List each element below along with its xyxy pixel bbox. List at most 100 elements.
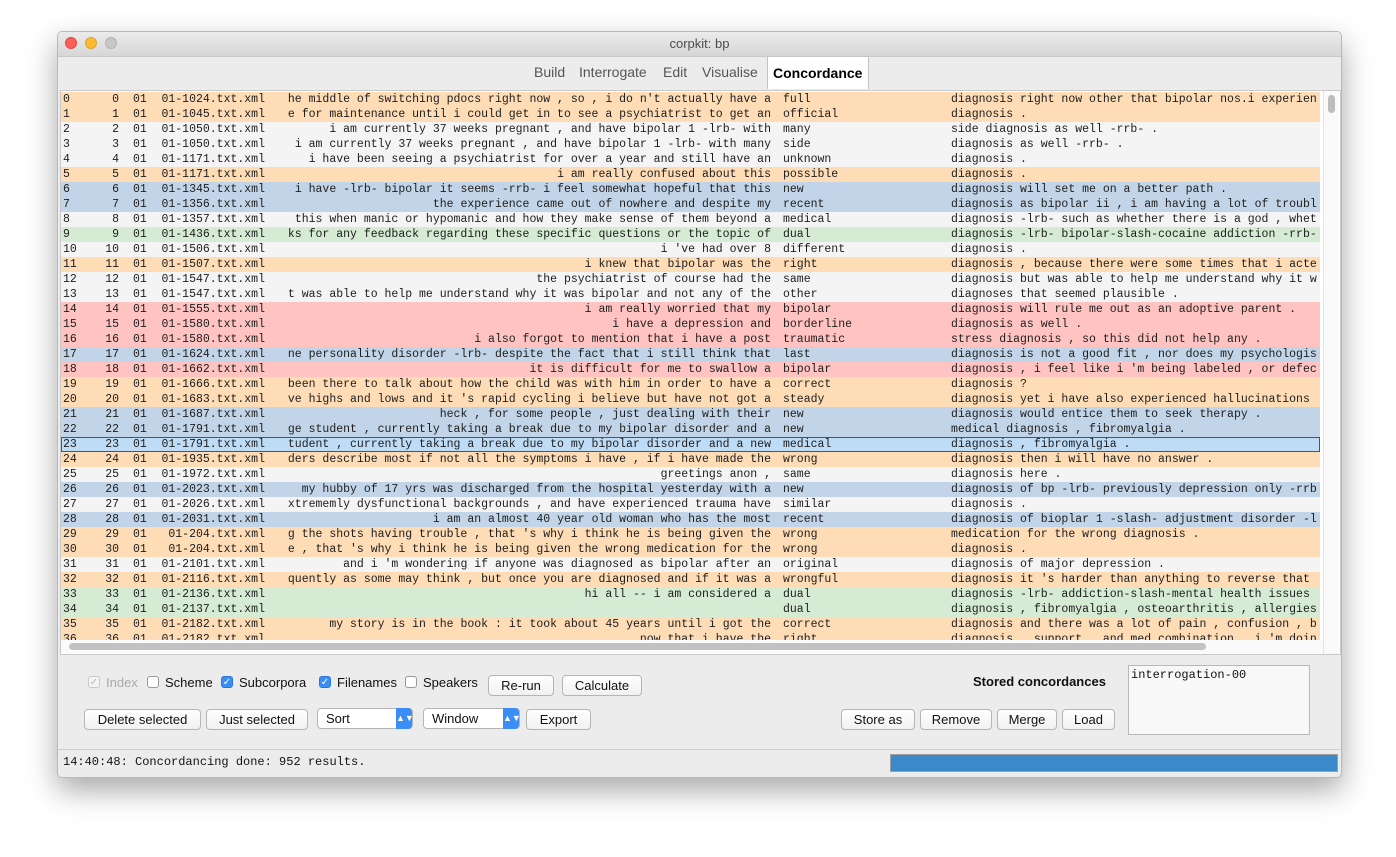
table-row[interactable]: 4 4 01 01-1171.txt.xml i have been seeing a … bbox=[61, 152, 1320, 167]
delete-selected-button[interactable]: Delete selected bbox=[84, 709, 201, 730]
vertical-scroll-thumb[interactable] bbox=[1328, 95, 1335, 113]
tab-bar: Build Interrogate Edit Visualise Concord… bbox=[58, 56, 1341, 90]
table-row[interactable]: 17 17 01 01-1624.txt.xml ne personality diso… bbox=[61, 347, 1320, 362]
match-cell: many bbox=[783, 123, 811, 136]
just-selected-button[interactable]: Just selected bbox=[206, 709, 308, 730]
row-index-cell: 18 bbox=[63, 363, 77, 376]
stored-concordances-list[interactable]: interrogation-00 bbox=[1128, 665, 1310, 735]
left-context-cell: the psychiatrist of course had the bbox=[536, 273, 771, 286]
row-number-cell: 24 bbox=[105, 453, 119, 466]
table-row[interactable]: 32 32 01 01-2116.txt.xml quently as some may… bbox=[61, 572, 1320, 587]
table-row[interactable]: 31 31 01 01-2101.txt.xml and i 'm wondering … bbox=[61, 557, 1320, 572]
left-context-cell: i 've had over 8 bbox=[660, 243, 771, 256]
match-cell: dual bbox=[783, 228, 811, 241]
table-row[interactable]: 0 0 01 01-1024.txt.xml he middle of switchin… bbox=[61, 92, 1320, 107]
store-as-button[interactable]: Store as bbox=[841, 709, 915, 730]
tab-edit[interactable]: Edit bbox=[663, 56, 687, 89]
row-index-cell: 21 bbox=[63, 408, 77, 421]
window-dropdown[interactable]: Window ▲▼ bbox=[423, 708, 521, 729]
filename-cell: 01-2116.txt.xml bbox=[161, 573, 265, 586]
table-row[interactable]: 20 20 01 01-1683.txt.xml ve highs and lows a… bbox=[61, 392, 1320, 407]
filename-cell: 01-1507.txt.xml bbox=[161, 258, 265, 271]
table-row[interactable]: 13 13 01 01-1547.txt.xml t was able to help … bbox=[61, 287, 1320, 302]
table-row[interactable]: 24 24 01 01-1935.txt.xml ders describe most … bbox=[61, 452, 1320, 467]
stored-concordances-label: Stored concordances bbox=[973, 674, 1106, 689]
filename-cell: 01-1050.txt.xml bbox=[161, 123, 265, 136]
row-number-cell: 25 bbox=[105, 468, 119, 481]
vertical-scrollbar[interactable] bbox=[1323, 91, 1339, 654]
table-row[interactable]: 23 23 01 01-1791.txt.xml tudent , currently … bbox=[61, 437, 1320, 452]
right-context-cell: diagnosis , i feel like i 'm being label… bbox=[951, 363, 1317, 376]
horizontal-scrollbar[interactable] bbox=[61, 640, 1323, 653]
table-row[interactable]: 35 35 01 01-2182.txt.xml my story is in the … bbox=[61, 617, 1320, 632]
match-cell: side bbox=[783, 138, 811, 151]
tab-interrogate[interactable]: Interrogate bbox=[579, 56, 647, 89]
table-row[interactable]: 1 1 01 01-1045.txt.xml e for maintenance unt… bbox=[61, 107, 1320, 122]
match-cell: same bbox=[783, 273, 811, 286]
rerun-button[interactable]: Re-run bbox=[488, 675, 554, 696]
stored-list-item[interactable]: interrogation-00 bbox=[1131, 668, 1307, 682]
table-row[interactable]: 12 12 01 01-1547.txt.xml the psychiatrist of… bbox=[61, 272, 1320, 287]
concordance-table[interactable]: 0 0 01 01-1024.txt.xml he middle of switchin… bbox=[60, 90, 1341, 655]
table-row[interactable]: 33 33 01 01-2136.txt.xml hi all -- i am cons… bbox=[61, 587, 1320, 602]
subcorpus-cell: 01 bbox=[133, 123, 147, 136]
sort-dropdown[interactable]: Sort ▲▼ bbox=[317, 708, 414, 729]
table-row[interactable]: 25 25 01 01-1972.txt.xml greetings anon , sam… bbox=[61, 467, 1320, 482]
row-number-cell: 15 bbox=[105, 318, 119, 331]
right-context-cell: diagnosis as well . bbox=[951, 318, 1083, 331]
tab-build[interactable]: Build bbox=[534, 56, 565, 89]
chevron-updown-icon: ▲▼ bbox=[396, 708, 414, 729]
table-row[interactable]: 19 19 01 01-1666.txt.xml been there to talk … bbox=[61, 377, 1320, 392]
table-row[interactable]: 14 14 01 01-1555.txt.xml i am really worried… bbox=[61, 302, 1320, 317]
table-row[interactable]: 15 15 01 01-1580.txt.xml i have a depression… bbox=[61, 317, 1320, 332]
left-context-cell: quently as some may think , but once you… bbox=[287, 573, 771, 586]
subcorpus-cell: 01 bbox=[133, 198, 147, 211]
table-row[interactable]: 30 30 01 01-204.txt.xml e , that 's why i th… bbox=[61, 542, 1320, 557]
load-button[interactable]: Load bbox=[1062, 709, 1115, 730]
table-row[interactable]: 11 11 01 01-1507.txt.xml i knew that bipolar… bbox=[61, 257, 1320, 272]
subcorpus-cell: 01 bbox=[133, 108, 147, 121]
table-row[interactable]: 8 8 01 01-1357.txt.xml this when manic or hy… bbox=[61, 212, 1320, 227]
tab-concordance[interactable]: Concordance bbox=[767, 56, 869, 89]
remove-button[interactable]: Remove bbox=[920, 709, 992, 730]
row-index-cell: 4 bbox=[63, 153, 70, 166]
row-number-cell: 23 bbox=[105, 438, 119, 451]
table-row[interactable]: 18 18 01 01-1662.txt.xml it is difficult for… bbox=[61, 362, 1320, 377]
row-index-cell: 31 bbox=[63, 558, 77, 571]
merge-button[interactable]: Merge bbox=[997, 709, 1057, 730]
table-row[interactable]: 10 10 01 01-1506.txt.xml i 've had over 8 dif… bbox=[61, 242, 1320, 257]
left-context-cell: i have been seeing a psychiatrist for ov… bbox=[308, 153, 771, 166]
table-row[interactable]: 34 34 01 01-2137.txt.xml dual diagnosis , fib… bbox=[61, 602, 1320, 617]
progress-fill bbox=[891, 755, 1337, 771]
row-number-cell: 13 bbox=[105, 288, 119, 301]
table-row[interactable]: 5 5 01 01-1171.txt.xml i am really confused … bbox=[61, 167, 1320, 182]
right-context-cell: diagnosis . bbox=[951, 168, 1027, 181]
match-cell: different bbox=[783, 243, 846, 256]
table-row[interactable]: 2 2 01 01-1050.txt.xml i am currently 37 wee… bbox=[61, 122, 1320, 137]
filename-cell: 01-1580.txt.xml bbox=[161, 333, 265, 346]
match-cell: possible bbox=[783, 168, 839, 181]
filename-cell: 01-1547.txt.xml bbox=[161, 288, 265, 301]
table-row[interactable]: 27 27 01 01-2026.txt.xml xtrememly dysfuncti… bbox=[61, 497, 1320, 512]
left-context-cell: xtrememly dysfunctional backgrounds , an… bbox=[287, 498, 771, 511]
table-row[interactable]: 22 22 01 01-1791.txt.xml ge student , curren… bbox=[61, 422, 1320, 437]
table-row[interactable]: 16 16 01 01-1580.txt.xml i also forgot to me… bbox=[61, 332, 1320, 347]
table-row[interactable]: 3 3 01 01-1050.txt.xml i am currently 37 wee… bbox=[61, 137, 1320, 152]
tab-visualise[interactable]: Visualise bbox=[702, 56, 758, 89]
table-row[interactable]: 6 6 01 01-1345.txt.xml i have -lrb- bipolar … bbox=[61, 182, 1320, 197]
row-index-cell: 19 bbox=[63, 378, 77, 391]
row-index-cell: 0 bbox=[63, 93, 70, 106]
table-row[interactable]: 29 29 01 01-204.txt.xml g the shots having t… bbox=[61, 527, 1320, 542]
table-row[interactable]: 28 28 01 01-2031.txt.xml i am an almost 40 y… bbox=[61, 512, 1320, 527]
horizontal-scroll-thumb[interactable] bbox=[69, 643, 1206, 650]
match-cell: new bbox=[783, 423, 804, 436]
table-row[interactable]: 7 7 01 01-1356.txt.xml the experience came o… bbox=[61, 197, 1320, 212]
row-number-cell: 16 bbox=[105, 333, 119, 346]
export-button[interactable]: Export bbox=[526, 709, 591, 730]
table-row[interactable]: 26 26 01 01-2023.txt.xml my hubby of 17 yrs … bbox=[61, 482, 1320, 497]
table-row[interactable]: 9 9 01 01-1436.txt.xml ks for any feedback r… bbox=[61, 227, 1320, 242]
match-cell: bipolar bbox=[783, 363, 832, 376]
calculate-button[interactable]: Calculate bbox=[562, 675, 642, 696]
left-context-cell: this when manic or hypomanic and how the… bbox=[294, 213, 771, 226]
table-row[interactable]: 21 21 01 01-1687.txt.xml heck , for some peo… bbox=[61, 407, 1320, 422]
